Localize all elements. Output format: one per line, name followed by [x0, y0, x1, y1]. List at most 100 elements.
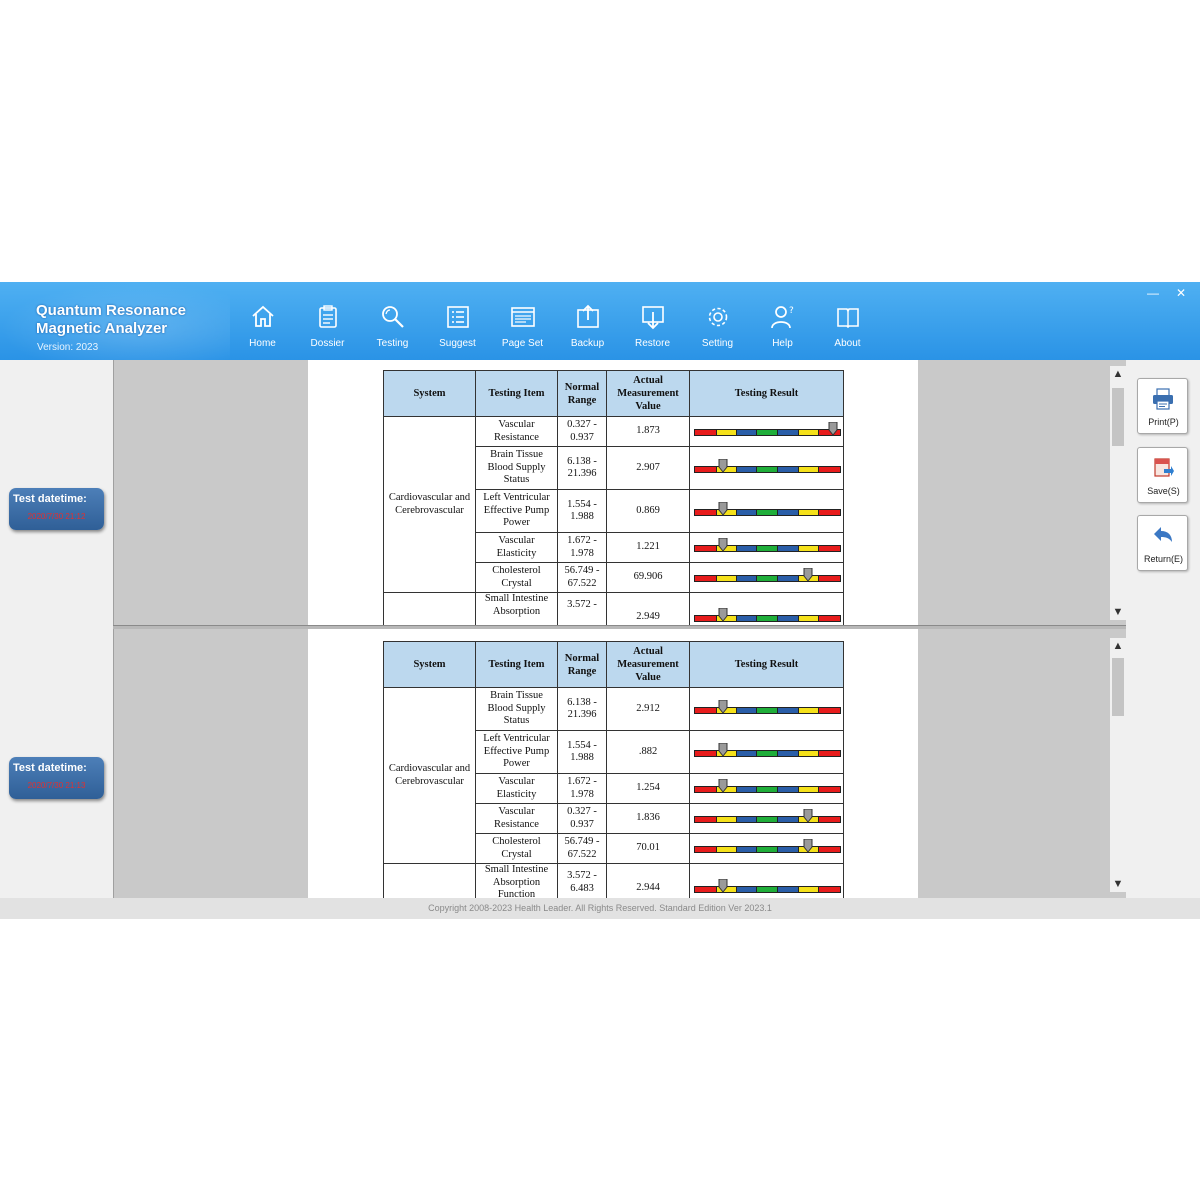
col-testing-item: Testing Item	[475, 641, 558, 688]
measurement-value-cell: 2.944	[606, 863, 690, 898]
nav-dossier-button[interactable]: Dossier	[295, 282, 360, 360]
table-row-partial: Small Intestine Absorption 3.572 - 2.949	[383, 592, 844, 625]
cell-line: 56.749 -	[564, 565, 600, 576]
normal-range-cell: 0.327 -0.937	[557, 803, 607, 834]
gauge-pointer-icon	[718, 501, 727, 516]
col-normal-range: Normal Range	[557, 641, 607, 688]
gauge-segment	[817, 508, 841, 516]
gauge-pointer-icon	[803, 568, 812, 582]
test-datetime-label: Test datetime:	[13, 762, 87, 774]
system-cell	[383, 863, 476, 898]
cell-line: Absorption	[492, 876, 541, 888]
gauge-segment	[693, 786, 717, 793]
testing-result-cell	[689, 489, 844, 533]
testing-result-cell	[689, 730, 844, 774]
cell-line: Elasticity	[496, 547, 537, 559]
gauge-segment	[693, 575, 717, 582]
cell-line: Elasticity	[496, 788, 537, 800]
cell-line: Function	[497, 889, 536, 898]
result-gauge	[693, 538, 841, 554]
cell-line: Cholesterol	[492, 565, 541, 576]
cell-line: Vascular	[498, 806, 535, 817]
download-icon	[642, 306, 664, 330]
cell-line: 3.572 -	[567, 870, 597, 881]
nav-label: Backup	[570, 338, 605, 349]
gauge-segment	[693, 886, 717, 893]
nav-home-button[interactable]: Home	[230, 282, 295, 360]
gauge-segment	[735, 706, 757, 714]
gear-icon	[708, 307, 728, 327]
nav-help-button[interactable]: ? Help	[750, 282, 815, 360]
testing-result-cell	[689, 562, 844, 593]
col-system: System	[383, 370, 476, 417]
col-system: System	[383, 641, 476, 688]
testing-result-cell	[689, 446, 844, 490]
nav-backup-button[interactable]: Backup	[555, 282, 620, 360]
testing-item-cell: Brain Tissue Blood Supply Status	[475, 687, 558, 731]
gauge-segment	[693, 706, 717, 714]
gauge-segment	[735, 615, 757, 622]
gauge-segment	[797, 706, 819, 714]
clipboard-icon	[319, 305, 337, 328]
gauge-segment	[693, 465, 717, 473]
gauge-pointer-icon	[803, 839, 812, 853]
nav-label: Restore	[634, 338, 670, 349]
footer-copyright: Copyright 2008-2023 Health Leader. All R…	[0, 898, 1200, 919]
save-button[interactable]: Save(S)	[1137, 447, 1188, 503]
gauge-pointer-icon	[718, 608, 727, 622]
table-row: Cardiovascular and Cerebrovascular Brain T…	[383, 687, 844, 864]
app-logo: Quantum Resonance Magnetic Analyzer Vers…	[0, 282, 230, 360]
nav-label: Setting	[701, 338, 734, 349]
system-cell: Cardiovascular and Cerebrovascular	[383, 687, 476, 864]
gauge-segment	[797, 508, 819, 516]
save-document-icon	[1154, 458, 1174, 477]
col-measurement-value: Actual Measurement Value	[606, 370, 690, 417]
cell-line: Effective Pump	[483, 745, 550, 757]
nav-page-set-button[interactable]: Page Set	[490, 282, 555, 360]
testing-item-cell: Brain Tissue Blood Supply Status	[475, 446, 558, 490]
gauge-pointer-icon	[718, 779, 727, 793]
nav-testing-button[interactable]: Testing	[360, 282, 425, 360]
return-button[interactable]: Return(E)	[1137, 515, 1188, 571]
scroll-down-button[interactable]: ▼	[1110, 604, 1126, 620]
minimize-button[interactable]: —	[1142, 285, 1164, 301]
measurement-value-cell: 2.907	[606, 446, 690, 490]
cell-line: 1.672 -	[567, 535, 597, 546]
app-version: Version: 2023	[37, 342, 99, 353]
cell-line: Effective Pump	[483, 504, 550, 516]
scrollbar-2[interactable]: ▲ ▼	[1110, 638, 1126, 892]
result-gauge	[693, 422, 841, 438]
cell-line: Status	[503, 715, 530, 727]
normal-range-cell: 6.138 -21.396	[557, 687, 607, 731]
test-datetime-card-1[interactable]: Test datetime: 2020/7/30 21:12	[9, 488, 104, 530]
close-button[interactable]: ✕	[1170, 285, 1192, 301]
gauge-segment	[776, 615, 799, 622]
nav-suggest-button[interactable]: Suggest	[425, 282, 490, 360]
scroll-thumb[interactable]	[1112, 658, 1124, 716]
scroll-up-button[interactable]: ▲	[1110, 638, 1126, 654]
gauge-segment	[755, 786, 778, 793]
scroll-down-button[interactable]: ▼	[1110, 876, 1126, 892]
cell-line: 1.554 -	[567, 498, 597, 510]
nav-restore-button[interactable]: Restore	[620, 282, 685, 360]
cell-line: Blood Supply	[487, 461, 546, 473]
testing-result-cell	[689, 687, 844, 731]
gauge-segment	[755, 508, 778, 516]
nav-about-button[interactable]: About	[815, 282, 880, 360]
cell-line: Cholesterol	[492, 836, 541, 847]
nav-setting-button[interactable]: Setting	[685, 282, 750, 360]
test-datetime-card-2[interactable]: Test datetime: 2020/7/30 21:13	[9, 757, 104, 799]
scrollbar-1[interactable]: ▲ ▼	[1110, 366, 1126, 620]
save-label: Save(S)	[1147, 486, 1180, 496]
cell-line: 6.138 -	[567, 696, 597, 708]
scroll-thumb[interactable]	[1112, 388, 1124, 446]
print-label: Print(P)	[1148, 417, 1179, 427]
gauge-segment	[776, 545, 799, 552]
normal-range-cell: 3.572 -	[557, 592, 607, 625]
print-button[interactable]: Print(P)	[1137, 378, 1188, 434]
cell-line: 0.327 -	[567, 806, 597, 817]
gauge-segment	[776, 749, 799, 757]
gauge-segment	[776, 465, 799, 473]
scroll-up-button[interactable]: ▲	[1110, 366, 1126, 382]
cell-line: 0.937	[570, 431, 594, 443]
